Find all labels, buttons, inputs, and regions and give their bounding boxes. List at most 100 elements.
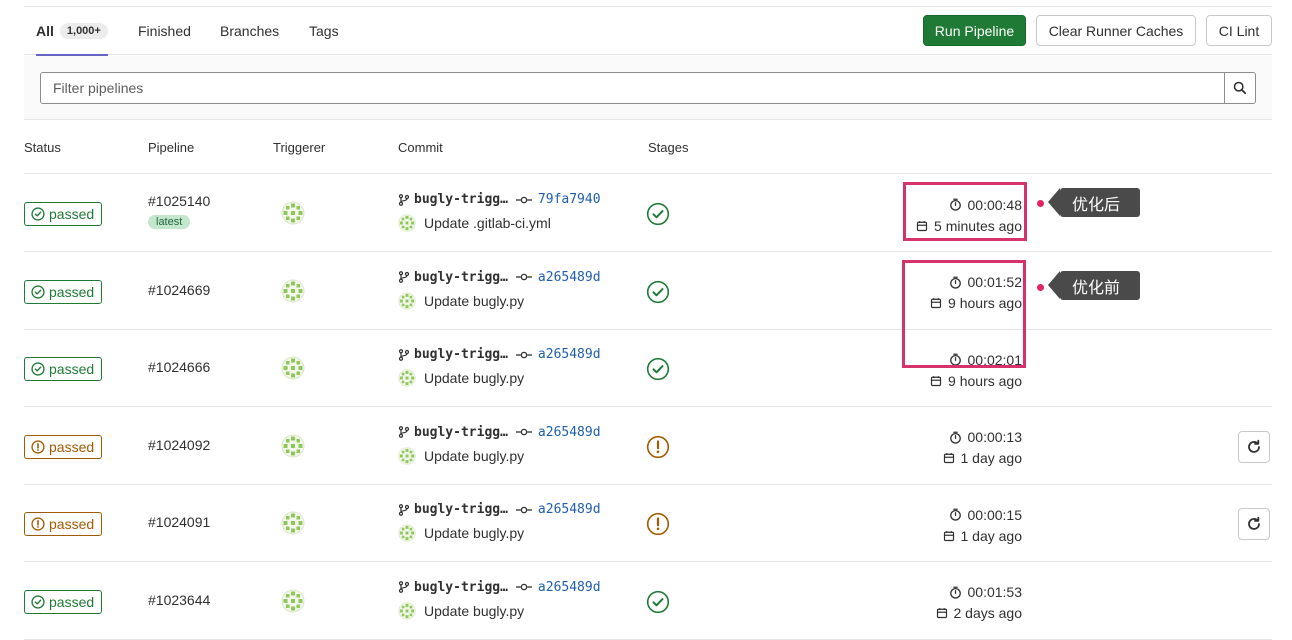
status-badge[interactable]: passed xyxy=(24,202,103,226)
status-label: passed xyxy=(49,283,95,300)
retry-button[interactable] xyxy=(1238,508,1270,540)
warning-circle-icon xyxy=(646,435,670,459)
commit-sha-link[interactable]: a265489d xyxy=(538,270,601,285)
column-header-stages: Stages xyxy=(648,140,689,155)
pipeline-id-link[interactable]: #1024092 xyxy=(148,437,210,453)
status-warning-icon xyxy=(31,439,45,454)
commit-message-link[interactable]: Update bugly.py xyxy=(424,293,524,309)
column-header-triggerer: Triggerer xyxy=(273,140,326,155)
branch-name-link[interactable]: bugly-trigg… xyxy=(414,192,508,207)
pipeline-id-link[interactable]: #1025140 xyxy=(148,193,210,209)
commit-message-link[interactable]: Update bugly.py xyxy=(424,370,524,386)
commit-message-link[interactable]: Update bugly.py xyxy=(424,448,524,464)
check-circle-icon xyxy=(646,357,670,381)
triggerer-avatar[interactable] xyxy=(281,356,305,380)
commit-icon xyxy=(515,581,532,593)
calendar-icon xyxy=(930,375,942,387)
status-label: passed xyxy=(49,361,95,377)
commit-author-avatar[interactable] xyxy=(398,446,416,465)
status-success-icon xyxy=(31,594,45,609)
commit-author-avatar[interactable] xyxy=(398,214,416,232)
status-success-icon xyxy=(31,284,45,299)
duration-cell: 00:02:01 9 hours ago xyxy=(930,349,1022,391)
status-badge[interactable]: passed xyxy=(24,279,103,304)
branch-icon xyxy=(398,348,410,361)
annotation-callout-before: 优化前 xyxy=(1047,271,1141,300)
tab-tags[interactable]: Tags xyxy=(309,7,339,55)
tab-all[interactable]: All 1,000+ xyxy=(36,7,108,56)
column-header-pipeline: Pipeline xyxy=(148,140,195,155)
pipeline-id-link[interactable]: #1024666 xyxy=(148,359,210,375)
branch-name-link[interactable]: bugly-trigg… xyxy=(414,502,508,517)
branch-icon xyxy=(398,581,410,593)
ci-lint-button[interactable]: CI Lint xyxy=(1206,15,1272,46)
triggerer-avatar[interactable] xyxy=(281,511,305,535)
annotation-callout-after: 优化后 xyxy=(1047,188,1141,217)
annotation-dot-after xyxy=(1037,200,1044,207)
commit-author-avatar[interactable] xyxy=(398,291,416,310)
stage-status-button[interactable] xyxy=(646,435,670,459)
status-warning-icon xyxy=(31,517,45,531)
check-circle-icon xyxy=(646,202,670,226)
stage-status-button[interactable] xyxy=(646,357,670,381)
filter-bar: Filter pipelines xyxy=(24,56,1272,120)
pipeline-row: passed #1024666 bugly-trigg… a265489d Up… xyxy=(24,329,1272,407)
status-label: passed xyxy=(49,516,95,532)
search-button[interactable] xyxy=(1224,72,1256,104)
stage-status-button[interactable] xyxy=(646,280,670,304)
tab-branches-label: Branches xyxy=(220,23,280,39)
branch-name-link[interactable]: bugly-trigg… xyxy=(414,270,508,285)
pipeline-id-link[interactable]: #1023644 xyxy=(148,592,210,608)
calendar-icon xyxy=(930,297,942,309)
status-badge[interactable]: passed xyxy=(24,357,103,381)
timer-icon xyxy=(949,198,962,211)
tab-finished[interactable]: Finished xyxy=(138,7,191,55)
branch-icon xyxy=(398,271,410,283)
finished-time: 9 hours ago xyxy=(948,372,1022,389)
status-badge[interactable]: passed xyxy=(24,512,103,536)
retry-button[interactable] xyxy=(1238,430,1270,463)
pipeline-id-link[interactable]: #1024091 xyxy=(148,514,210,530)
timer-icon xyxy=(949,586,962,599)
clear-runner-caches-button[interactable]: Clear Runner Caches xyxy=(1036,15,1196,46)
duration-value: 00:00:48 xyxy=(967,196,1023,213)
commit-sha-link[interactable]: a265489d xyxy=(538,580,601,595)
status-badge[interactable]: passed xyxy=(24,589,103,614)
branch-name-link[interactable]: bugly-trigg… xyxy=(414,580,508,595)
commit-message-link[interactable]: Update bugly.py xyxy=(424,525,524,541)
duration-value: 00:01:52 xyxy=(967,274,1023,290)
commit-message-link[interactable]: Update bugly.py xyxy=(424,603,524,619)
tab-branches[interactable]: Branches xyxy=(220,7,279,55)
status-badge[interactable]: passed xyxy=(24,434,103,459)
triggerer-avatar[interactable] xyxy=(281,589,305,613)
commit-message-link[interactable]: Update .gitlab-ci.yml xyxy=(424,215,551,231)
commit-author-avatar[interactable] xyxy=(398,369,416,387)
branch-name-link[interactable]: bugly-trigg… xyxy=(414,425,508,440)
pipeline-row: passed #1024092 bugly-trigg… a265489d Up… xyxy=(24,407,1272,485)
duration-value: 00:00:13 xyxy=(967,429,1023,445)
calendar-icon xyxy=(916,220,928,232)
commit-sha-link[interactable]: a265489d xyxy=(538,425,601,440)
finished-time: 2 days ago xyxy=(953,605,1023,621)
stage-status-button[interactable] xyxy=(646,512,670,536)
triggerer-avatar[interactable] xyxy=(281,201,305,225)
stage-status-button[interactable] xyxy=(646,590,670,614)
column-header-status: Status xyxy=(24,140,61,155)
check-circle-icon xyxy=(646,280,670,304)
tab-tags-label: Tags xyxy=(309,23,339,39)
stage-status-button[interactable] xyxy=(646,202,670,226)
commit-sha-link[interactable]: a265489d xyxy=(538,347,601,362)
triggerer-avatar[interactable] xyxy=(281,434,305,458)
filter-pipelines-input[interactable]: Filter pipelines xyxy=(40,72,1225,104)
warning-circle-icon xyxy=(646,512,670,536)
commit-author-avatar[interactable] xyxy=(398,601,416,620)
commit-author-avatar[interactable] xyxy=(398,524,416,542)
finished-time: 1 day ago xyxy=(960,527,1023,544)
run-pipeline-button[interactable]: Run Pipeline xyxy=(923,15,1026,46)
commit-sha-link[interactable]: 79fa7940 xyxy=(538,192,601,207)
branch-name-link[interactable]: bugly-trigg… xyxy=(414,347,508,362)
triggerer-avatar[interactable] xyxy=(281,279,305,303)
commit-sha-link[interactable]: a265489d xyxy=(538,502,601,517)
pipeline-id-link[interactable]: #1024669 xyxy=(148,282,210,298)
branch-icon xyxy=(398,426,410,438)
